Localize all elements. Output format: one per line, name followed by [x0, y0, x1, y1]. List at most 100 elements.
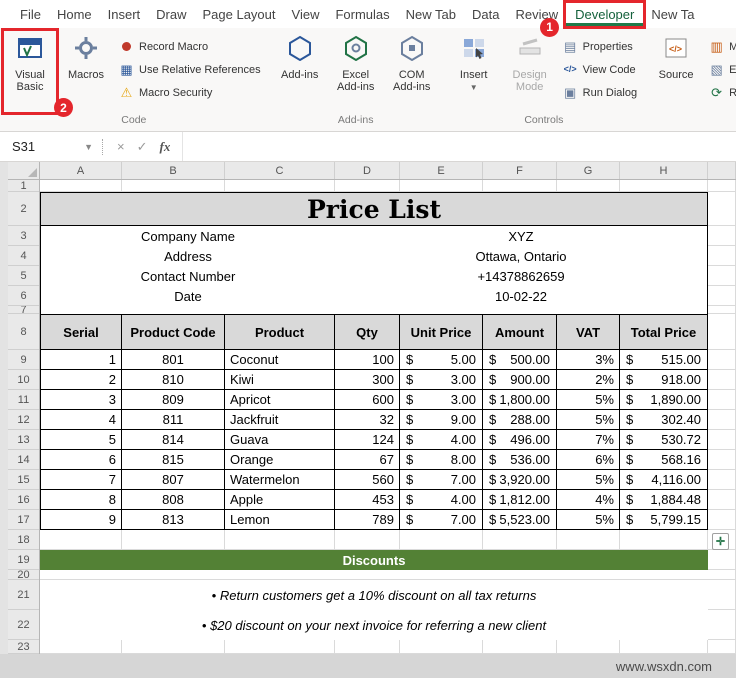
row-header-12[interactable]: 12 [8, 410, 39, 430]
column-header-D[interactable]: D [335, 162, 400, 179]
empty-cell[interactable] [708, 610, 736, 640]
column-header-A[interactable]: A [40, 162, 122, 179]
info-value-cell[interactable]: +14378862659 [335, 266, 708, 286]
cell-product[interactable]: Guava [225, 430, 335, 450]
cell-qty[interactable]: 67 [335, 450, 400, 470]
cell-unit-price[interactable]: $7.00 [400, 470, 483, 490]
cell-total[interactable]: $918.00 [620, 370, 708, 390]
cell-total[interactable]: $5,799.15 [620, 510, 708, 530]
cell-amount[interactable]: $288.00 [483, 410, 557, 430]
cell-product-code[interactable]: 801 [122, 350, 225, 370]
cell-product-code[interactable]: 807 [122, 470, 225, 490]
empty-cell[interactable] [122, 530, 225, 550]
row-header-23[interactable]: 23 [8, 640, 39, 654]
empty-cell[interactable] [40, 180, 122, 192]
com-add-ins-button[interactable]: COM Add-ins [385, 30, 439, 113]
empty-cell[interactable] [122, 640, 225, 654]
empty-cell[interactable] [557, 640, 620, 654]
discount-note[interactable]: • Return customers get a 10% discount on… [40, 580, 708, 610]
info-label-cell[interactable]: Address [40, 246, 335, 266]
empty-cell[interactable] [708, 580, 736, 610]
cell-total[interactable]: $530.72 [620, 430, 708, 450]
cell-product-code[interactable]: 815 [122, 450, 225, 470]
row-header-15[interactable]: 15 [8, 470, 39, 490]
empty-cell[interactable] [708, 410, 736, 430]
empty-cell[interactable] [335, 530, 400, 550]
cell-amount[interactable]: $500.00 [483, 350, 557, 370]
empty-cell[interactable] [40, 530, 122, 550]
tab-insert[interactable]: Insert [100, 2, 149, 27]
info-label-cell[interactable]: Contact Number [40, 266, 335, 286]
cell-serial[interactable]: 4 [40, 410, 122, 430]
empty-cell[interactable] [708, 490, 736, 510]
header-serial[interactable]: Serial [40, 314, 122, 350]
cell-qty[interactable]: 789 [335, 510, 400, 530]
cell-product[interactable]: Kiwi [225, 370, 335, 390]
header-qty[interactable]: Qty [335, 314, 400, 350]
row-header-19[interactable]: 19 [8, 550, 39, 570]
row-header-2[interactable]: 2 [8, 192, 39, 226]
source-button[interactable]: </> Source [649, 30, 703, 113]
empty-cell[interactable] [483, 180, 557, 192]
cell-product-code[interactable]: 809 [122, 390, 225, 410]
empty-cell[interactable] [708, 180, 736, 192]
cell-vat[interactable]: 6% [557, 450, 620, 470]
tab-formulas[interactable]: Formulas [327, 2, 397, 27]
cell-serial[interactable]: 1 [40, 350, 122, 370]
tab-draw[interactable]: Draw [148, 2, 194, 27]
header-product[interactable]: Product [225, 314, 335, 350]
row-header-14[interactable]: 14 [8, 450, 39, 470]
row-header-20[interactable]: 20 [8, 570, 39, 580]
empty-cell[interactable] [708, 550, 736, 570]
empty-cell[interactable] [708, 390, 736, 410]
header-vat[interactable]: VAT [557, 314, 620, 350]
row-header-13[interactable]: 13 [8, 430, 39, 450]
row-header-6[interactable]: 6 [8, 286, 39, 306]
empty-cell[interactable] [708, 430, 736, 450]
run-dialog-button[interactable]: ▣ Run Dialog [559, 83, 641, 102]
empty-cell[interactable] [708, 192, 736, 226]
row-header-1[interactable]: 1 [8, 180, 39, 192]
empty-cell[interactable] [225, 180, 335, 192]
cell-product[interactable]: Apricot [225, 390, 335, 410]
empty-cell[interactable] [708, 266, 736, 286]
cell-unit-price[interactable]: $4.00 [400, 430, 483, 450]
info-label-cell[interactable]: Date [40, 286, 335, 306]
enter-icon[interactable]: ✓ [137, 139, 148, 155]
column-header-G[interactable]: G [557, 162, 620, 179]
sheet-title-cell[interactable]: Price List [40, 192, 708, 226]
quick-analysis-button[interactable]: ✛ [712, 533, 729, 550]
row-header-11[interactable]: 11 [8, 390, 39, 410]
select-all-corner[interactable] [8, 162, 40, 179]
tab-file[interactable]: File [12, 2, 49, 27]
cell-product-code[interactable]: 810 [122, 370, 225, 390]
info-value-cell[interactable]: XYZ [335, 226, 708, 246]
cell-product-code[interactable]: 814 [122, 430, 225, 450]
cell-qty[interactable]: 560 [335, 470, 400, 490]
empty-cell[interactable] [708, 450, 736, 470]
cell-product[interactable]: Lemon [225, 510, 335, 530]
cell-vat[interactable]: 5% [557, 390, 620, 410]
tab-developer[interactable]: Developer 1 [540, 3, 644, 37]
tab-page-layout[interactable]: Page Layout [195, 2, 284, 27]
cell-qty[interactable]: 300 [335, 370, 400, 390]
empty-cell[interactable] [708, 510, 736, 530]
row-header-5[interactable]: 5 [8, 266, 39, 286]
row-header-10[interactable]: 10 [8, 370, 39, 390]
tab-home[interactable]: Home [49, 2, 100, 27]
discount-note[interactable]: • $20 discount on your next invoice for … [40, 610, 708, 640]
column-header-C[interactable]: C [225, 162, 335, 179]
empty-cell[interactable] [708, 246, 736, 266]
cell-amount[interactable]: $5,523.00 [483, 510, 557, 530]
cell-unit-price[interactable]: $3.00 [400, 390, 483, 410]
add-ins-button[interactable]: Add-ins [273, 30, 327, 113]
header-unit-price[interactable]: Unit Price [400, 314, 483, 350]
row-header-21[interactable]: 21 [8, 580, 39, 610]
empty-cell[interactable] [708, 370, 736, 390]
cell-product[interactable]: Orange [225, 450, 335, 470]
empty-cell[interactable] [400, 530, 483, 550]
empty-cell[interactable] [335, 640, 400, 654]
cell-amount[interactable]: $496.00 [483, 430, 557, 450]
cell-serial[interactable]: 6 [40, 450, 122, 470]
cell-amount[interactable]: $536.00 [483, 450, 557, 470]
